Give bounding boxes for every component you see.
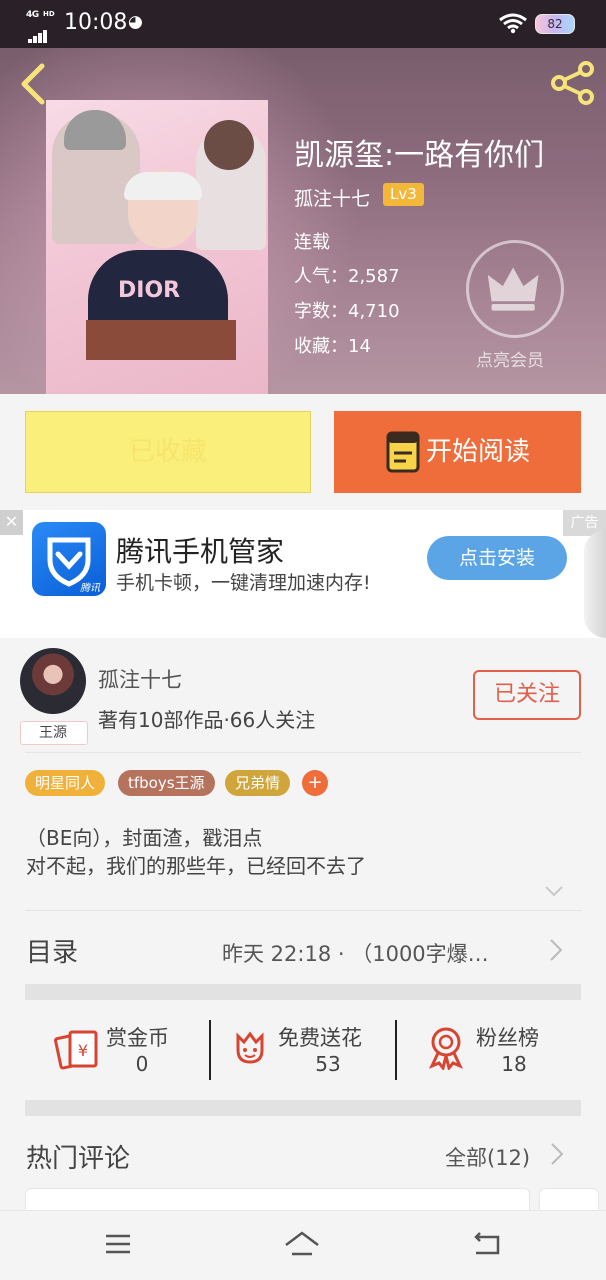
book-title: 凯源玺:一路有你们 <box>294 138 545 173</box>
popularity-stat: 人气：2,587 <box>294 262 400 288</box>
followed-button[interactable]: 已关注 <box>473 670 581 720</box>
word-count-label: 字数： <box>294 301 348 322</box>
expand-chevron-icon[interactable] <box>544 884 564 898</box>
svg-text:¥: ¥ <box>78 1041 88 1060</box>
network-sup: HD <box>43 10 55 18</box>
toc-latest-chapter[interactable]: 昨天 22:18 · （1000字爆… <box>222 938 542 968</box>
author-avatar[interactable] <box>20 648 86 714</box>
author-name[interactable]: 孤注十七 <box>294 184 370 211</box>
word-count-value: 4,710 <box>348 301 400 322</box>
avatar-tag: 王源 <box>20 721 88 745</box>
fans-value: 18 <box>501 1052 527 1076</box>
reward-coins-button[interactable]: ¥ 赏金币 0 <box>54 1018 194 1080</box>
vip-label[interactable]: 点亮会员 <box>476 346 544 371</box>
book-icon <box>386 431 420 473</box>
ad-subtitle: 手机卡顿，一键清理加速内存! <box>116 572 371 594</box>
ad-close-button[interactable]: ✕ <box>0 510 23 535</box>
battery-level: 82 <box>547 17 563 31</box>
flower-icon <box>236 1031 264 1064</box>
reward-value: 0 <box>135 1052 149 1076</box>
crown-icon <box>487 267 539 311</box>
menu-icon[interactable] <box>98 1227 138 1261</box>
status-bar: 4G HD 10:08 ◕ 82 <box>0 0 606 48</box>
tag-star-fanfic[interactable]: 明星同人 <box>25 770 106 796</box>
fans-label: 粉丝榜 <box>476 1026 539 1050</box>
book-details: 王源 孤注十七 著有10部作品·66人关注 已关注 明星同人 tfboys王源 … <box>0 638 606 1228</box>
toc-title[interactable]: 目录 <box>26 932 78 969</box>
book-cover[interactable]: DIOR <box>46 100 268 394</box>
description-line-1: （BE向），封面渣，戳泪点 <box>26 826 263 850</box>
flower-label: 免费送花 <box>278 1026 362 1050</box>
book-description: （BE向），封面渣，戳泪点 对不起，我们的那些年，已经回不去了 <box>26 824 366 880</box>
divider <box>25 910 581 911</box>
notification-icon: ◕ <box>128 12 143 32</box>
start-reading-label: 开始阅读 <box>426 437 531 467</box>
word-count-stat: 字数：4,710 <box>294 297 400 323</box>
divider <box>25 752 581 753</box>
fan-ranking-button[interactable]: 粉丝榜 18 <box>426 1018 566 1080</box>
wifi-icon <box>499 13 527 34</box>
ad-banner[interactable]: ✕ 广告 腾讯 腾讯手机管家 手机卡顿，一键清理加速内存! 点击安装 <box>0 510 606 638</box>
description-line-2: 对不起，我们的那些年，已经回不去了 <box>26 854 366 878</box>
favorited-button[interactable]: 已收藏 <box>25 411 311 493</box>
popularity-label: 人气： <box>294 266 348 287</box>
favorites-value: 14 <box>348 336 371 357</box>
section-separator <box>25 1100 581 1116</box>
serial-status: 连载 <box>294 232 330 253</box>
popularity-value: 2,587 <box>348 266 400 287</box>
back-icon[interactable] <box>466 1227 506 1261</box>
hot-comments-title: 热门评论 <box>26 1144 131 1174</box>
medal-icon <box>429 1027 463 1070</box>
book-header: DIOR 凯源玺:一路有你们 孤注十七 Lv3 连载 人气：2,587 字数：4… <box>0 48 606 394</box>
chevron-right-icon[interactable] <box>549 1142 565 1166</box>
ad-install-button[interactable]: 点击安装 <box>427 536 567 580</box>
author-level-badge: Lv3 <box>383 183 424 206</box>
divider <box>209 1020 211 1080</box>
share-button[interactable] <box>548 60 598 106</box>
add-tag-button[interactable]: + <box>302 770 328 796</box>
signal-icon: 4G HD <box>26 10 56 43</box>
clock: 10:08 <box>64 10 128 35</box>
tag-tfboys-wangyuan[interactable]: tfboys王源 <box>118 770 215 796</box>
reward-label: 赏金币 <box>106 1026 169 1050</box>
action-bar: 已收藏 开始阅读 <box>0 394 606 510</box>
tencent-app-logo: 腾讯 <box>32 522 106 596</box>
start-reading-button[interactable]: 开始阅读 <box>334 411 581 493</box>
home-icon[interactable] <box>282 1227 322 1261</box>
favorites-label: 收藏： <box>294 336 348 357</box>
tag-brotherhood[interactable]: 兄弟情 <box>225 770 291 796</box>
network-type: 4G <box>26 10 39 20</box>
divider <box>395 1020 397 1080</box>
vip-button[interactable] <box>466 240 564 338</box>
ad-logo-text: 腾讯 <box>80 583 100 594</box>
chevron-right-icon[interactable] <box>548 938 564 962</box>
battery-icon: 82 <box>535 14 575 34</box>
author-card-name[interactable]: 孤注十七 <box>98 664 182 694</box>
flower-value: 53 <box>315 1052 341 1076</box>
section-separator <box>25 984 581 1000</box>
free-flower-button[interactable]: 免费送花 53 <box>230 1018 390 1080</box>
system-nav-bar <box>0 1210 606 1280</box>
ad-title: 腾讯手机管家 <box>116 535 285 568</box>
ad-page-curl <box>584 530 606 638</box>
all-comments-link[interactable]: 全部(12) <box>445 1142 530 1172</box>
author-card-meta: 著有10部作品·66人关注 <box>98 708 316 732</box>
favorites-stat: 收藏：14 <box>294 332 371 358</box>
red-envelope-icon: ¥ <box>54 1030 98 1070</box>
